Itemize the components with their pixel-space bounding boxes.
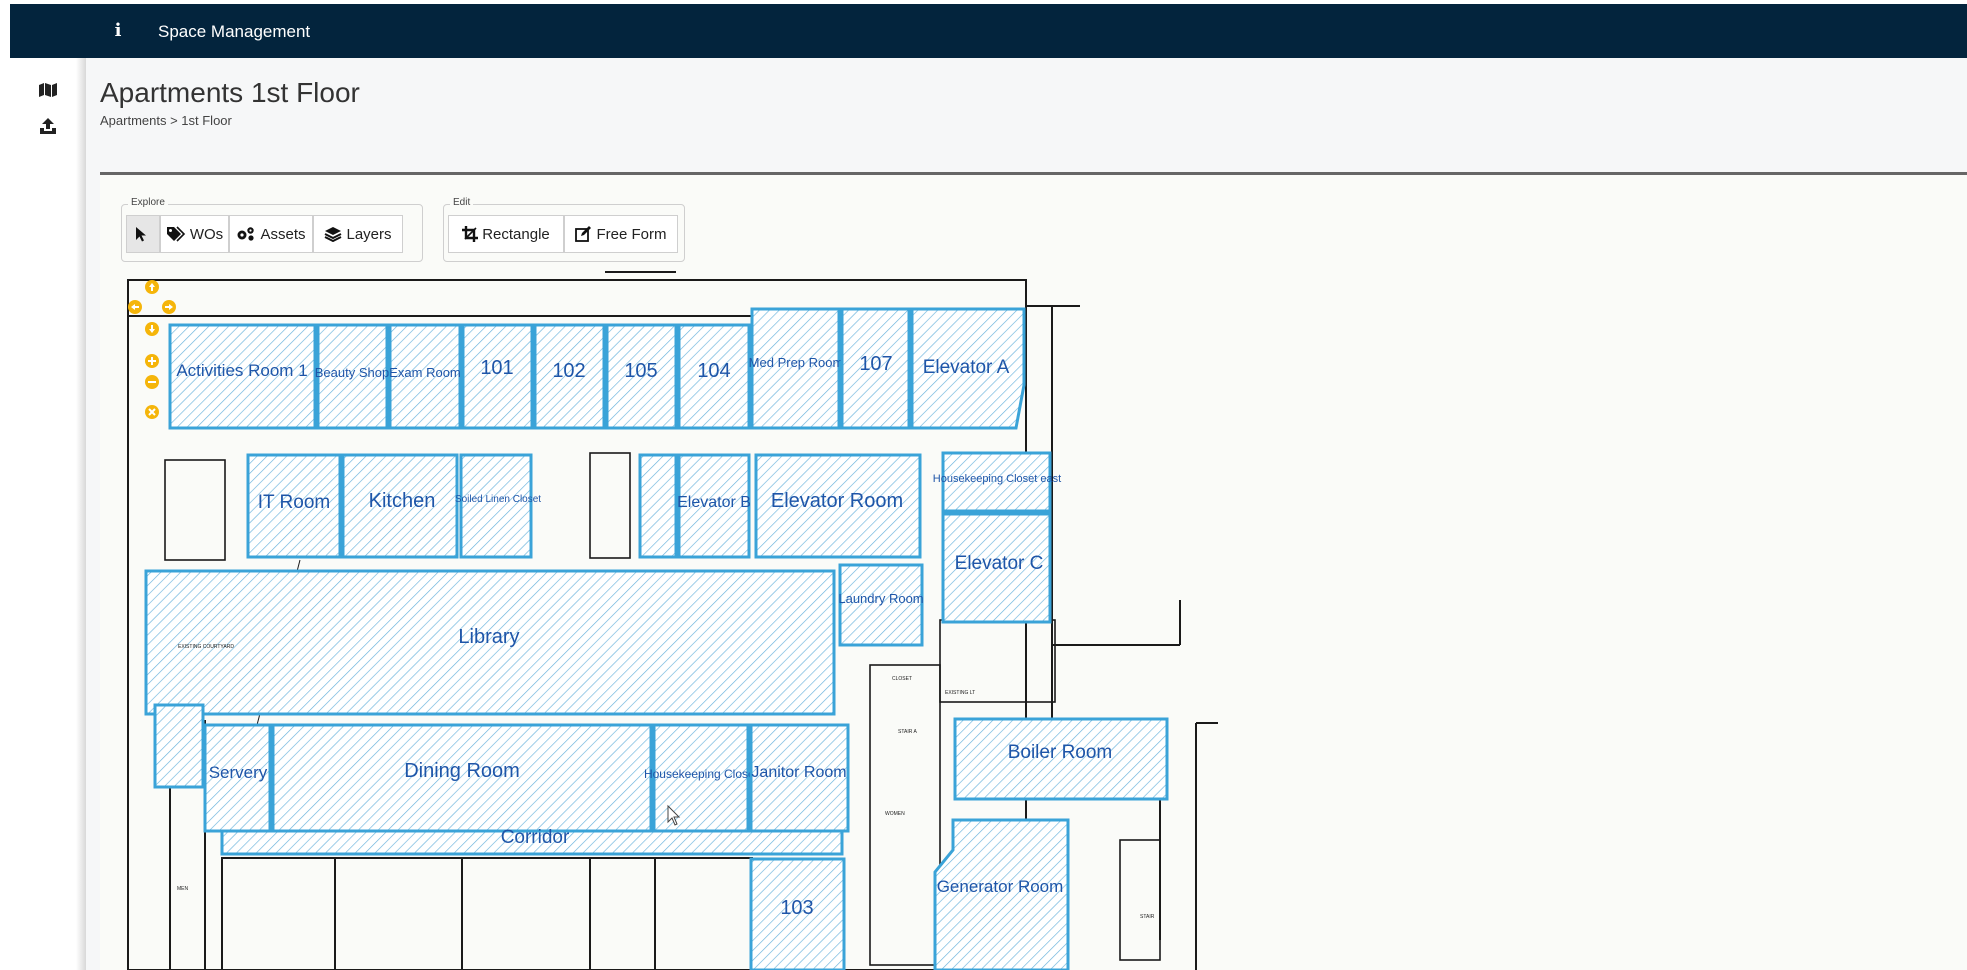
room-label: Beauty Shop (315, 365, 389, 380)
room-label: 102 (552, 360, 585, 382)
room-102[interactable]: 102 (533, 323, 606, 430)
room-janitor-room[interactable]: Janitor Room (749, 723, 850, 833)
room-label: IT Room (258, 492, 331, 513)
room-elevator-room[interactable]: Elevator Room (754, 453, 922, 559)
room-it-room[interactable]: IT Room (246, 453, 342, 559)
room-label: Soiled Linen Closet (455, 494, 541, 505)
room-kitchen[interactable]: Kitchen (341, 453, 459, 559)
room-label: Med Prep Room (749, 355, 844, 370)
room-soiled-linen-closet[interactable]: Soiled Linen Closet (455, 453, 541, 559)
room-label: 104 (697, 360, 730, 382)
left-rail (10, 58, 86, 970)
room-activities-room-1[interactable]: Activities Room 1 (168, 323, 317, 430)
room-103[interactable]: 103 (749, 857, 846, 970)
room-small-closet[interactable] (638, 453, 678, 559)
pan-right-icon[interactable] (162, 300, 176, 314)
room-dining-room[interactable]: Dining Room (271, 723, 653, 833)
reset-view-icon[interactable] (145, 405, 159, 419)
plan-annotation: STAIR A (898, 729, 917, 735)
app-title: Space Management (158, 22, 311, 41)
page-title: Apartments 1st Floor (100, 77, 360, 108)
room-label: 107 (859, 353, 892, 375)
plan-annotation: EXISTING LT (945, 690, 975, 696)
plan-annotation: CLOSET (892, 676, 912, 682)
room-beauty-shop[interactable]: Beauty Shop (315, 323, 389, 430)
map-icon[interactable] (32, 76, 64, 104)
room-exam-room[interactable]: Exam Room (388, 323, 462, 430)
room-label: Elevator C (955, 553, 1044, 574)
map-canvas[interactable]: Explore WOs Assets Layers Edit Rectangle (100, 175, 1967, 970)
plan-annotation: WOMEN (885, 811, 905, 817)
room-elevator-a[interactable]: Elevator A (910, 307, 1026, 430)
main-content: Apartments 1st Floor Apartments > 1st Fl… (86, 58, 1967, 970)
pan-up-icon[interactable] (145, 280, 159, 294)
room-label: Housekeeping Closet east (933, 473, 1061, 485)
room-label: Exam Room (389, 365, 461, 380)
room-label: Library (458, 626, 519, 648)
room-stair-small[interactable] (153, 703, 205, 789)
room-label: Laundry Room (838, 591, 923, 606)
room-label: Servery (209, 763, 268, 782)
zoom-out-icon[interactable] (145, 375, 159, 389)
room-elevator-b[interactable]: Elevator B (677, 453, 751, 559)
room-housekeeping-closet-east[interactable]: Housekeeping Closet east (933, 451, 1061, 513)
room-label: 103 (780, 897, 813, 919)
room-elevator-c[interactable]: Elevator C (941, 512, 1052, 624)
floorplan[interactable]: Activities Room 1 Beauty Shop Exam Room … (100, 175, 1967, 970)
zoom-in-icon[interactable] (145, 354, 159, 368)
breadcrumb[interactable]: Apartments > 1st Floor (100, 113, 232, 129)
room-boiler-room[interactable]: Boiler Room (953, 717, 1169, 801)
room-label: Housekeeping Closet (644, 767, 759, 781)
pan-down-icon[interactable] (145, 322, 159, 336)
room-label: Dining Room (404, 760, 520, 782)
room-label: Elevator B (677, 494, 751, 511)
room-med-prep-room[interactable]: Med Prep Room (749, 307, 844, 430)
room-label: 101 (480, 357, 513, 379)
room-label: Activities Room 1 (176, 361, 307, 380)
plan-annotation: MEN (177, 886, 189, 892)
room-label: Generator Room (937, 877, 1064, 896)
room-label: Elevator A (923, 357, 1010, 378)
room-library[interactable]: Library (144, 569, 836, 716)
room-label: Janitor Room (751, 764, 846, 781)
upload-icon[interactable] (32, 112, 64, 140)
room-104[interactable]: 104 (677, 323, 751, 430)
info-icon[interactable]: i (108, 18, 128, 44)
room-107[interactable]: 107 (840, 307, 911, 430)
room-housekeeping-closet[interactable]: Housekeeping Closet (644, 723, 759, 833)
plan-annotation: STAIR (1140, 914, 1155, 920)
room-label: Kitchen (369, 490, 436, 512)
room-laundry-room[interactable]: Laundry Room (838, 563, 924, 647)
room-corridor[interactable]: Corridor (220, 827, 844, 856)
room-generator-room[interactable]: Generator Room (933, 818, 1070, 970)
pan-left-icon[interactable] (128, 300, 142, 314)
room-label: Boiler Room (1008, 742, 1113, 763)
room-105[interactable]: 105 (605, 323, 678, 430)
top-navbar: i Space Management (10, 4, 1967, 58)
room-label: Corridor (501, 827, 570, 848)
room-servery[interactable]: Servery (203, 723, 272, 833)
plan-annotation: EXISTING COURTYARD (178, 644, 234, 650)
room-label: Elevator Room (771, 490, 903, 512)
room-label: 105 (624, 360, 657, 382)
room-101[interactable]: 101 (461, 323, 534, 430)
